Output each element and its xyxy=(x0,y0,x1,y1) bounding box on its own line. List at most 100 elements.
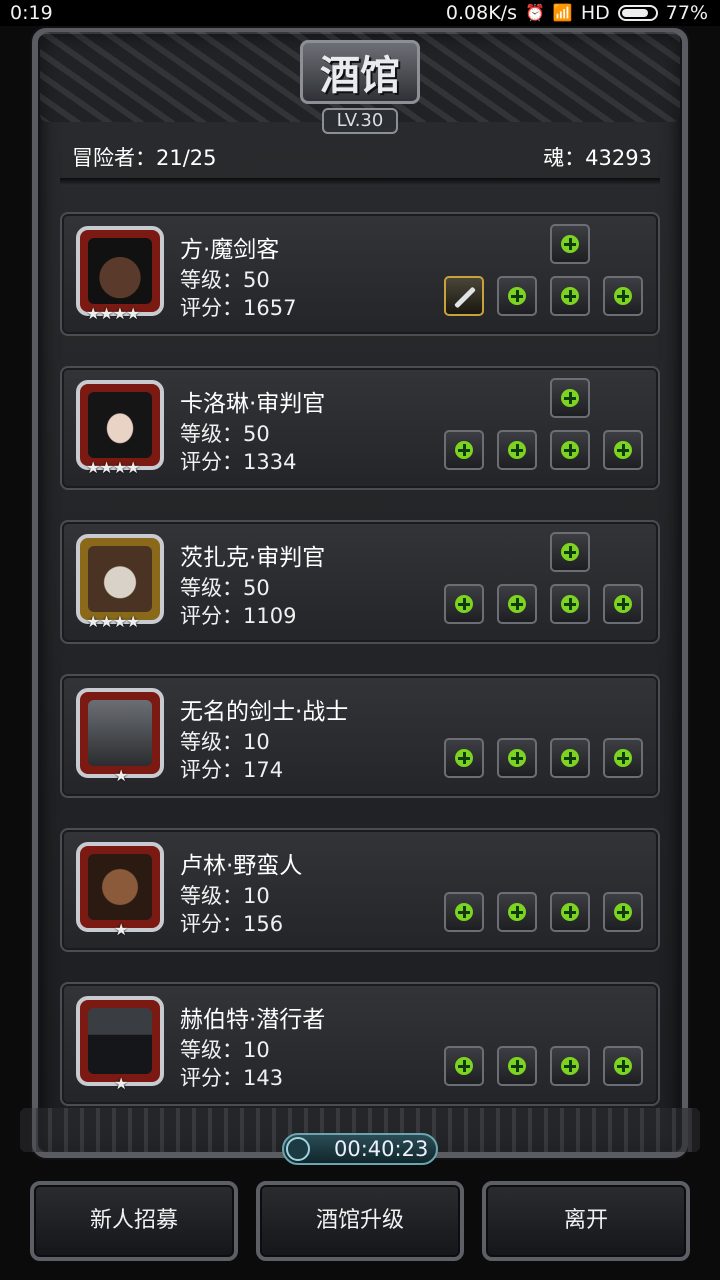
hero-portrait[interactable] xyxy=(76,226,164,316)
add-icon xyxy=(614,441,632,459)
equip-slot[interactable] xyxy=(497,276,537,316)
hero-name: 方·魔剑客 xyxy=(180,237,280,263)
leave-button[interactable]: 离开 xyxy=(482,1181,690,1261)
hero-card[interactable]: ★★★★ 方·魔剑客 等级：50 评分：1657 xyxy=(60,212,660,336)
equip-slot[interactable] xyxy=(550,276,590,316)
hero-avatar xyxy=(88,546,152,612)
hero-score: 评分：1109 xyxy=(180,604,297,628)
add-icon xyxy=(455,903,473,921)
equip-slot[interactable] xyxy=(603,430,643,470)
add-icon xyxy=(561,287,579,305)
armor-slot[interactable] xyxy=(550,224,590,264)
hero-score: 评分：1657 xyxy=(180,296,297,320)
hero-card[interactable]: ★★★★ 卡洛琳·审判官 等级：50 评分：1334 xyxy=(60,366,660,490)
weapon-slot[interactable] xyxy=(444,430,484,470)
equip-slot[interactable] xyxy=(497,892,537,932)
equip-slot[interactable] xyxy=(497,584,537,624)
tavern-level-badge: LV.30 xyxy=(322,108,398,134)
weapon-slot[interactable] xyxy=(444,738,484,778)
equip-slot[interactable] xyxy=(603,276,643,316)
hero-stars: ★ xyxy=(114,920,128,939)
equip-slot[interactable] xyxy=(497,1046,537,1086)
add-icon xyxy=(561,595,579,613)
hero-avatar xyxy=(88,854,152,920)
wifi-icon: 📶 xyxy=(552,3,573,22)
equip-slot[interactable] xyxy=(550,892,590,932)
armor-slot[interactable] xyxy=(550,378,590,418)
hero-name: 无名的剑士·战士 xyxy=(180,699,349,725)
add-icon xyxy=(455,595,473,613)
upgrade-tavern-button[interactable]: 酒馆升级 xyxy=(256,1181,464,1261)
sword-icon xyxy=(454,286,476,309)
hero-score: 评分：156 xyxy=(180,912,284,936)
add-icon xyxy=(561,389,579,407)
hero-level: 等级：10 xyxy=(180,884,270,908)
network-speed: 0.08K/s xyxy=(445,2,517,24)
status-right: 0.08K/s ⏰ 📶 HD 77% xyxy=(446,0,708,26)
hero-portrait[interactable] xyxy=(76,688,164,778)
recruit-button[interactable]: 新人招募 xyxy=(30,1181,238,1261)
hero-stars: ★★★★ xyxy=(86,304,140,323)
add-icon xyxy=(561,441,579,459)
hero-score: 评分：174 xyxy=(180,758,284,782)
hero-name: 卢林·野蛮人 xyxy=(180,853,303,879)
equip-slot[interactable] xyxy=(550,430,590,470)
hero-level: 等级：50 xyxy=(180,422,270,446)
hero-level: 等级：10 xyxy=(180,1038,270,1062)
equip-slot[interactable] xyxy=(603,1046,643,1086)
add-icon xyxy=(561,1057,579,1075)
hero-stars: ★★★★ xyxy=(86,458,140,477)
divider xyxy=(60,178,660,186)
status-bar: 0:19 0.08K/s ⏰ 📶 HD 77% xyxy=(0,0,720,26)
hero-level: 等级：50 xyxy=(180,576,270,600)
equip-slot[interactable] xyxy=(497,430,537,470)
add-icon xyxy=(508,1057,526,1075)
hero-card[interactable]: ★★★★ 茨扎克·审判官 等级：50 评分：1109 xyxy=(60,520,660,644)
battery-level: 77% xyxy=(665,2,708,24)
add-icon xyxy=(614,1057,632,1075)
add-icon xyxy=(561,749,579,767)
hero-card[interactable]: ★ 卢林·野蛮人 等级：10 评分：156 xyxy=(60,828,660,952)
equip-slot[interactable] xyxy=(550,584,590,624)
network-type: HD xyxy=(580,2,610,24)
add-icon xyxy=(614,287,632,305)
equip-slot[interactable] xyxy=(550,738,590,778)
hero-avatar xyxy=(88,1008,152,1074)
hero-portrait[interactable] xyxy=(76,380,164,470)
add-icon xyxy=(508,749,526,767)
hero-portrait[interactable] xyxy=(76,534,164,624)
weapon-slot[interactable] xyxy=(444,892,484,932)
add-icon xyxy=(508,595,526,613)
weapon-slot[interactable] xyxy=(444,584,484,624)
add-icon xyxy=(455,1057,473,1075)
timer-text: 00:40:23 xyxy=(334,1137,429,1161)
hero-stars: ★★★★ xyxy=(86,612,140,631)
hero-portrait[interactable] xyxy=(76,996,164,1086)
alarm-icon: ⏰ xyxy=(525,3,545,22)
armor-slot[interactable] xyxy=(550,532,590,572)
hero-card[interactable]: ★ 赫伯特·潜行者 等级：10 评分：143 xyxy=(60,982,660,1106)
hero-stars: ★ xyxy=(114,766,128,785)
add-icon xyxy=(508,903,526,921)
weapon-slot[interactable] xyxy=(444,1046,484,1086)
hero-name: 茨扎克·审判官 xyxy=(180,545,326,571)
add-icon xyxy=(614,595,632,613)
add-icon xyxy=(508,287,526,305)
equip-slot[interactable] xyxy=(603,738,643,778)
battery-icon xyxy=(617,5,658,21)
hero-portrait[interactable] xyxy=(76,842,164,932)
hero-level: 等级：50 xyxy=(180,268,270,292)
hero-card[interactable]: ★ 无名的剑士·战士 等级：10 评分：174 xyxy=(60,674,660,798)
info-bar: 冒险者：21/25 魂：43293 xyxy=(72,142,652,172)
hero-name: 赫伯特·潜行者 xyxy=(180,1007,326,1033)
equip-slot[interactable] xyxy=(497,738,537,778)
equip-slot[interactable] xyxy=(550,1046,590,1086)
equip-slot[interactable] xyxy=(603,892,643,932)
hero-score: 评分：143 xyxy=(180,1066,284,1090)
equip-slot[interactable] xyxy=(603,584,643,624)
hero-avatar xyxy=(88,700,152,766)
refresh-timer: 00:40:23 xyxy=(282,1133,438,1165)
add-icon xyxy=(455,749,473,767)
hero-avatar xyxy=(88,238,152,304)
weapon-slot[interactable] xyxy=(444,276,484,316)
